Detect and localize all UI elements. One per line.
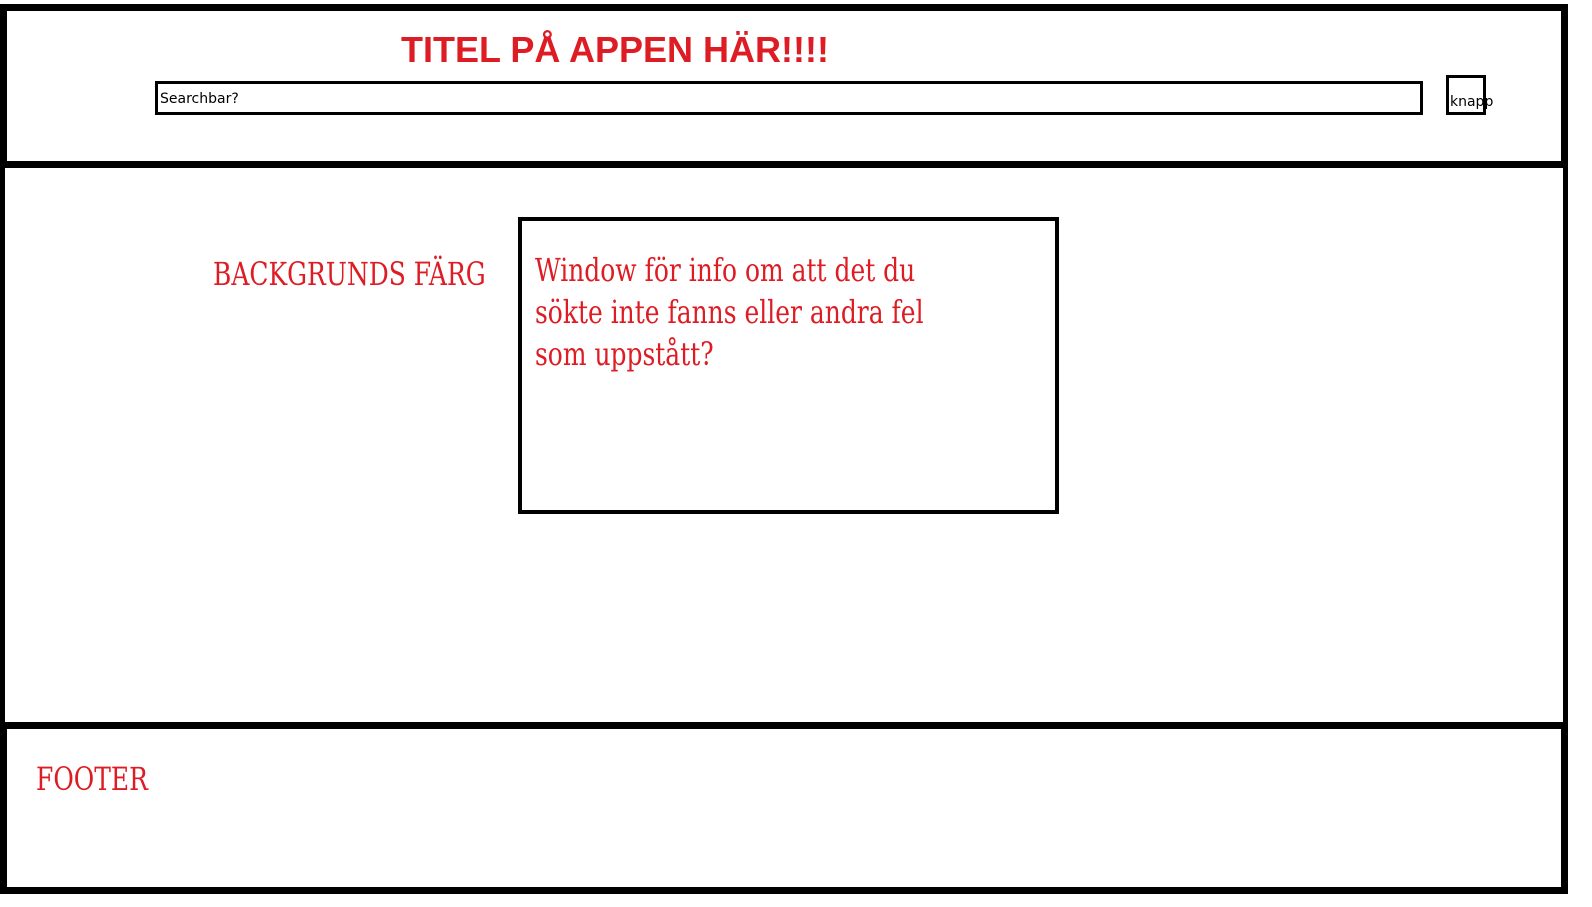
background-color-label: BACKGRUNDS FÄRG — [213, 255, 486, 293]
search-input[interactable] — [155, 81, 1423, 115]
footer-label: FOOTER — [36, 760, 148, 798]
info-window-text: Window för info om att det du sökte inte… — [535, 251, 924, 373]
main-content: BACKGRUNDS FÄRG Window för info om att d… — [0, 168, 1568, 724]
app-title: TITEL PÅ APPEN HÄR!!!! — [401, 29, 829, 70]
footer: FOOTER — [0, 722, 1568, 894]
info-window: Window för info om att det du sökte inte… — [518, 217, 1059, 514]
search-button[interactable]: knapp — [1446, 75, 1493, 115]
header: TITEL PÅ APPEN HÄR!!!! knapp — [0, 4, 1568, 168]
